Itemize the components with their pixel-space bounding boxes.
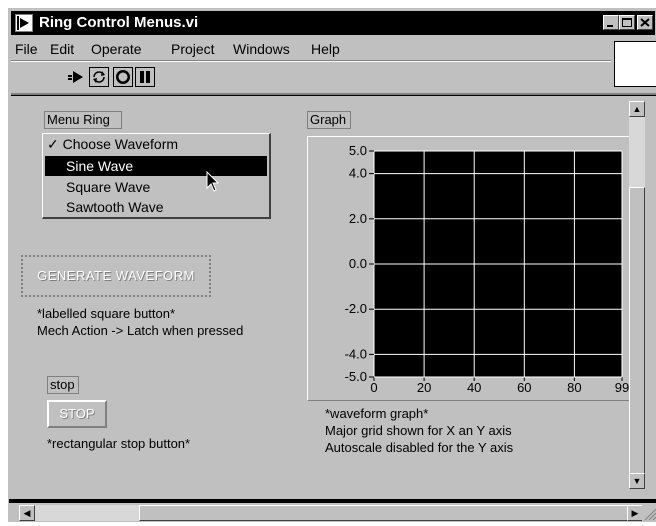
x-tick-label: 80: [567, 380, 581, 395]
window-title: Ring Control Menus.vi: [39, 14, 199, 31]
vi-icon-pane: [614, 41, 656, 87]
x-tick-label: 0: [370, 380, 377, 395]
toolbar-bottom-border: [11, 93, 656, 96]
graph-note-2: Major grid shown for X an Y axis: [325, 423, 512, 438]
y-tick-label: 2.0: [349, 211, 367, 226]
menu-ring-label: Menu Ring: [44, 111, 122, 129]
scroll-left-icon[interactable]: ◀: [19, 505, 35, 521]
x-tick-label: 60: [517, 380, 531, 395]
menu-ring-item-sine[interactable]: Sine Wave: [45, 156, 267, 176]
graph-note-3: Autoscale disabled for the Y axis: [325, 440, 514, 455]
y-tick-label: -2.0: [345, 301, 367, 316]
close-button[interactable]: [637, 15, 653, 30]
run-continuously-icon[interactable]: [89, 67, 109, 87]
y-tick-label: -5.0: [345, 369, 367, 384]
menu-ring-item-choose[interactable]: ✓ Choose Waveform: [45, 134, 267, 154]
scroll-down-icon[interactable]: ▼: [629, 473, 645, 489]
menu-file[interactable]: File: [15, 41, 38, 57]
vertical-scrollbar[interactable]: ▲ ▼: [629, 101, 645, 489]
menu-windows[interactable]: Windows: [233, 41, 290, 57]
y-tick-label: 0.0: [349, 256, 367, 271]
stop-label: stop: [47, 376, 79, 394]
menu-operate[interactable]: Operate: [91, 41, 142, 57]
scroll-right-icon[interactable]: ▶: [627, 505, 643, 521]
x-tick-label: 99: [615, 380, 629, 395]
vertical-scroll-thumb[interactable]: [629, 187, 645, 477]
graph-canvas: 0 20 40 60 80 99 5.0 4.0 2.0 0.0 -2.0 -4.0 -5.0: [345, 143, 630, 395]
toolbar: [11, 62, 611, 92]
abort-icon[interactable]: [113, 67, 133, 87]
stop-note: *rectangular stop button*: [47, 436, 191, 451]
minimize-button[interactable]: [603, 15, 619, 30]
generate-note-2: Mech Action -> Latch when pressed: [37, 323, 244, 338]
menu-bar: File Edit Operate Project Windows Help: [11, 39, 611, 59]
title-bar[interactable]: Ring Control Menus.vi: [11, 11, 655, 35]
waveform-graph[interactable]: 0 20 40 60 80 99 5.0 4.0 2.0 0.0 -2.0 -4.0 -5.0: [307, 136, 639, 401]
resize-grip-icon[interactable]: [642, 505, 656, 521]
scroll-up-icon[interactable]: ▲: [629, 101, 645, 117]
menu-edit[interactable]: Edit: [50, 41, 74, 57]
vi-window: Ring Control Menus.vi File Edit Operate …: [8, 8, 656, 522]
maximize-button[interactable]: [619, 15, 635, 30]
y-tick-label: -4.0: [345, 346, 367, 361]
x-tick-label: 40: [467, 380, 481, 395]
run-icon[interactable]: [67, 67, 87, 87]
graph-label: Graph: [307, 111, 351, 129]
generate-note-1: *labelled square button*: [37, 306, 176, 321]
menu-ring-item-sawtooth[interactable]: Sawtooth Wave: [45, 197, 267, 217]
pause-icon[interactable]: [135, 67, 155, 87]
menu-ring-dropdown[interactable]: ✓ Choose Waveform Sine Wave Square Wave …: [42, 133, 271, 219]
generate-waveform-button[interactable]: GENERATE WAVEFORM: [21, 255, 211, 297]
horizontal-scroll-thumb[interactable]: [139, 505, 629, 521]
menu-help[interactable]: Help: [311, 41, 340, 57]
labview-vi-icon[interactable]: [15, 14, 33, 32]
stop-button[interactable]: STOP: [47, 400, 107, 428]
graph-note-1: *waveform graph*: [325, 406, 429, 421]
y-tick-label: 4.0: [349, 166, 367, 181]
menu-project[interactable]: Project: [171, 41, 215, 57]
horizontal-scrollbar[interactable]: ◀ ▶: [19, 505, 643, 521]
x-tick-label: 20: [417, 380, 431, 395]
menu-ring-item-square[interactable]: Square Wave: [45, 177, 267, 197]
panel-bottom-border: [9, 499, 656, 503]
mouse-pointer-icon: [206, 170, 220, 198]
y-tick-label: 5.0: [349, 143, 367, 158]
